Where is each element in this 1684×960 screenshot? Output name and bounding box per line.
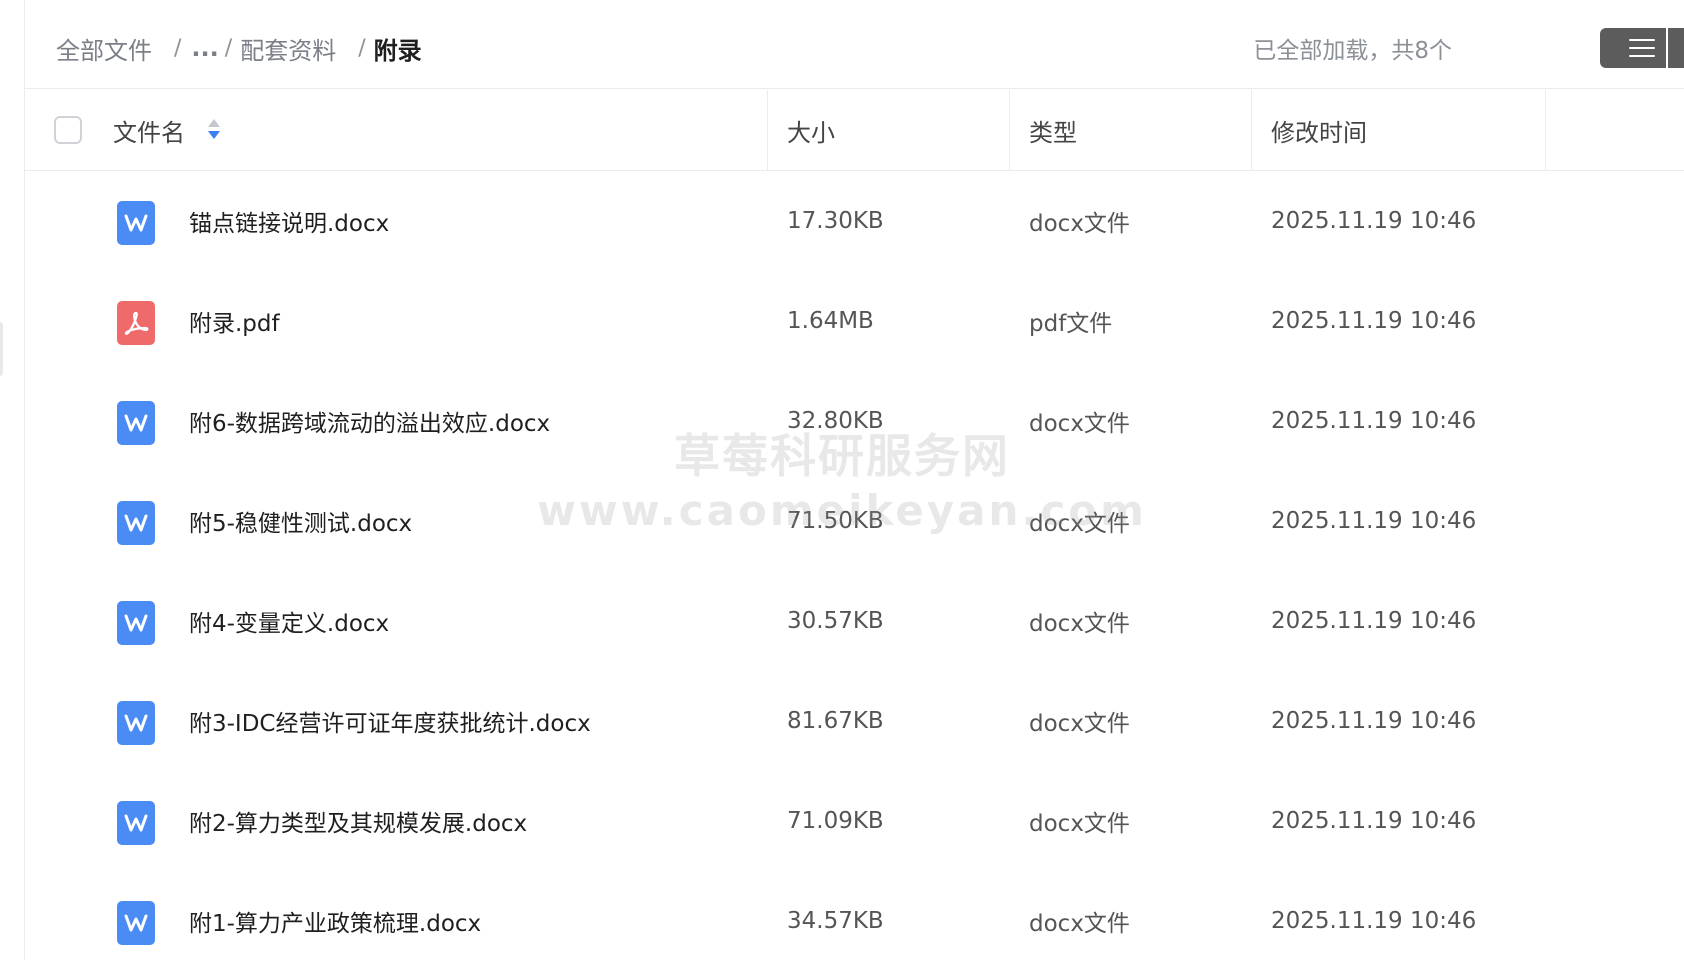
column-divider[interactable] (767, 90, 768, 170)
file-type: docx文件 (1029, 711, 1130, 737)
file-name[interactable]: 附2-算力类型及其规模发展.docx (189, 771, 527, 871)
table-row[interactable]: 附2-算力类型及其规模发展.docx 71.09KB docx文件 2025.1… (25, 771, 1684, 871)
file-name[interactable]: 附4-变量定义.docx (189, 571, 389, 671)
table-row[interactable]: 附录.pdf 1.64MB pdf文件 2025.11.19 10:46 (25, 271, 1684, 371)
file-size: 30.57KB (787, 608, 884, 634)
file-type: docx文件 (1029, 211, 1130, 237)
file-name[interactable]: 附录.pdf (189, 271, 280, 371)
word-icon (117, 901, 155, 945)
table-row[interactable]: 附4-变量定义.docx 30.57KB docx文件 2025.11.19 1… (25, 571, 1684, 671)
pdf-icon (117, 301, 155, 345)
select-all-checkbox[interactable] (54, 116, 82, 144)
file-name[interactable]: 附6-数据跨域流动的溢出效应.docx (189, 371, 550, 471)
column-divider[interactable] (1251, 90, 1252, 170)
file-name[interactable]: 锚点链接说明.docx (189, 171, 389, 271)
table-row[interactable]: 附1-算力产业政策梳理.docx 34.57KB docx文件 2025.11.… (25, 871, 1684, 960)
column-divider[interactable] (1545, 90, 1546, 170)
file-size: 71.50KB (787, 508, 884, 534)
file-size: 32.80KB (787, 408, 884, 434)
file-modified: 2025.11.19 10:46 (1271, 408, 1477, 434)
file-modified: 2025.11.19 10:46 (1271, 208, 1477, 234)
file-type: docx文件 (1029, 411, 1130, 437)
file-modified: 2025.11.19 10:46 (1271, 308, 1477, 334)
file-name[interactable]: 附1-算力产业政策梳理.docx (189, 871, 481, 960)
file-size: 71.09KB (787, 808, 884, 834)
sidebar-collapse-handle[interactable] (0, 322, 3, 376)
sort-caret-icon[interactable] (207, 118, 221, 142)
breadcrumb-separator: / (174, 35, 182, 61)
file-size: 1.64MB (787, 308, 874, 334)
file-type: docx文件 (1029, 911, 1130, 937)
header-bar: 全部文件 / ... / 配套资料 / 附录 已全部加载，共8个 (25, 0, 1684, 89)
breadcrumb-root[interactable]: 全部文件 (56, 31, 152, 66)
file-size: 81.67KB (787, 708, 884, 734)
column-divider[interactable] (1009, 90, 1010, 170)
file-name[interactable]: 附3-IDC经营许可证年度获批统计.docx (189, 671, 591, 771)
column-header-type[interactable]: 类型 (1029, 90, 1077, 170)
file-modified: 2025.11.19 10:46 (1271, 908, 1477, 934)
view-toggle-button[interactable] (1600, 28, 1684, 68)
left-rail (0, 0, 25, 960)
table-row[interactable]: 附3-IDC经营许可证年度获批统计.docx 81.67KB docx文件 20… (25, 671, 1684, 771)
breadcrumb-separator: / (358, 35, 366, 61)
column-name-label: 文件名 (113, 118, 185, 147)
word-icon (117, 501, 155, 545)
file-name[interactable]: 附5-稳健性测试.docx (189, 471, 412, 571)
file-type: docx文件 (1029, 611, 1130, 637)
word-icon (117, 201, 155, 245)
table-row[interactable]: 锚点链接说明.docx 17.30KB docx文件 2025.11.19 10… (25, 171, 1684, 271)
breadcrumb-current: 附录 (373, 36, 422, 65)
word-icon (117, 401, 155, 445)
word-icon (117, 701, 155, 745)
table-row[interactable]: 附5-稳健性测试.docx 71.50KB docx文件 2025.11.19 … (25, 471, 1684, 571)
file-list: 锚点链接说明.docx 17.30KB docx文件 2025.11.19 10… (25, 171, 1684, 960)
column-header-modified[interactable]: 修改时间 (1271, 90, 1367, 170)
breadcrumb-separator: / (224, 35, 233, 61)
file-size: 34.57KB (787, 908, 884, 934)
word-icon (117, 601, 155, 645)
breadcrumb: 全部文件 / ... / 配套资料 / 附录 (56, 28, 422, 68)
table-header: 文件名 大小 类型 修改时间 (25, 90, 1684, 171)
list-menu-icon (1629, 39, 1655, 57)
word-icon (117, 801, 155, 845)
breadcrumb-ellipsis[interactable]: ... (191, 34, 218, 62)
load-status-text: 已全部加载，共8个 (1253, 38, 1452, 64)
file-type: pdf文件 (1029, 311, 1113, 337)
file-type: docx文件 (1029, 811, 1130, 837)
column-header-name[interactable]: 文件名 (113, 90, 221, 170)
file-modified: 2025.11.19 10:46 (1271, 808, 1477, 834)
table-row[interactable]: 附6-数据跨域流动的溢出效应.docx 32.80KB docx文件 2025.… (25, 371, 1684, 471)
column-header-size[interactable]: 大小 (787, 90, 835, 170)
file-type: docx文件 (1029, 511, 1130, 537)
file-size: 17.30KB (787, 208, 884, 234)
breadcrumb-parent[interactable]: 配套资料 (240, 31, 336, 66)
file-modified: 2025.11.19 10:46 (1271, 608, 1477, 634)
file-modified: 2025.11.19 10:46 (1271, 708, 1477, 734)
file-modified: 2025.11.19 10:46 (1271, 508, 1477, 534)
view-toggle-divider (1666, 28, 1668, 68)
